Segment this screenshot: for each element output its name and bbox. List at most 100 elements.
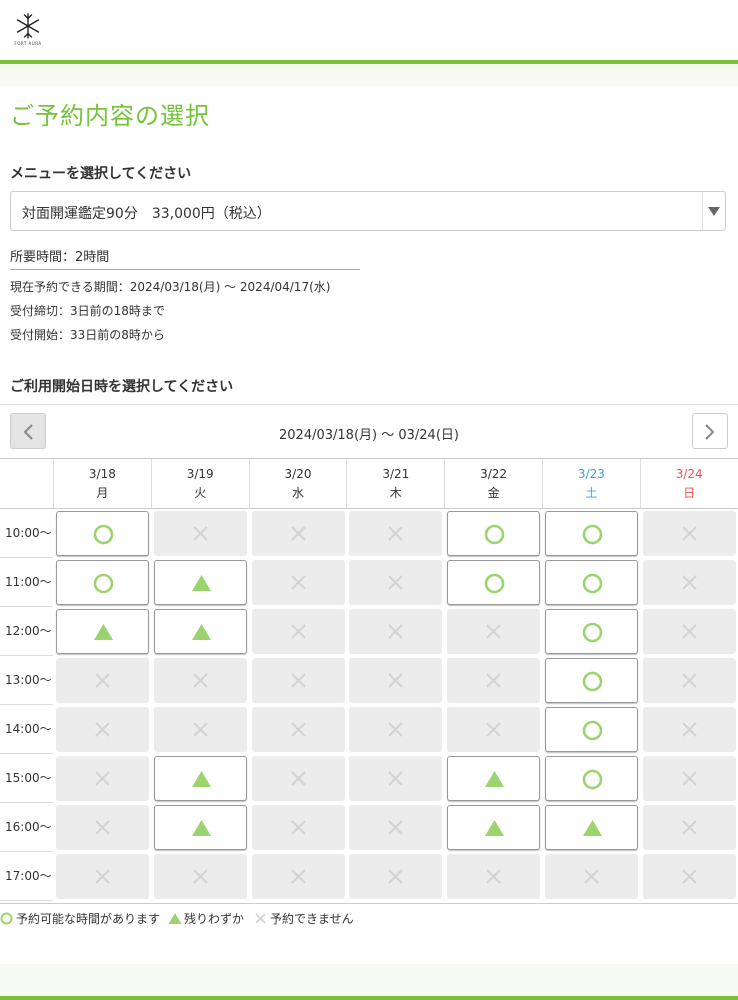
cross-icon — [290, 869, 306, 884]
cross-icon — [388, 722, 404, 737]
cross-icon — [290, 771, 306, 786]
circle-icon — [93, 524, 114, 545]
day-of-week: 水 — [291, 486, 304, 500]
slot-few-left[interactable] — [447, 756, 541, 801]
slot-unavailable — [153, 511, 247, 556]
cross-icon — [682, 722, 697, 737]
cross-icon — [95, 820, 110, 835]
cross-icon — [193, 722, 208, 737]
slot-available[interactable] — [545, 756, 638, 801]
day-of-week: 月 — [96, 486, 109, 500]
day-header: 3/20 水 — [248, 459, 347, 509]
triangle-icon — [191, 820, 211, 836]
time-label: 16:00〜 — [0, 803, 53, 852]
day-header: 3/18 月 — [53, 459, 151, 509]
cross-icon — [290, 526, 306, 541]
cross-icon — [388, 575, 404, 590]
slot-unavailable — [251, 560, 345, 605]
slot-unavailable — [642, 805, 736, 850]
circle-icon — [582, 524, 603, 545]
cross-icon — [193, 673, 208, 688]
day-of-week: 金 — [487, 486, 500, 500]
slot-unavailable — [349, 511, 443, 556]
calendar-nav: 2024/03/18(月) 〜 03/24(日) — [0, 404, 738, 459]
circle-icon — [582, 769, 603, 790]
circle-icon — [582, 720, 603, 741]
slot-unavailable — [349, 854, 443, 899]
time-label: 10:00〜 — [0, 509, 53, 558]
next-week-button[interactable] — [692, 413, 728, 449]
cross-icon — [682, 820, 697, 835]
slot-unavailable — [251, 854, 345, 899]
slot-available[interactable] — [545, 609, 638, 654]
slot-unavailable — [251, 511, 345, 556]
slot-unavailable — [56, 805, 149, 850]
cross-icon — [193, 526, 208, 541]
slot-unavailable — [349, 805, 443, 850]
cross-icon — [95, 869, 110, 884]
slot-available[interactable] — [545, 658, 638, 703]
menu-select-value: 対面開運鑑定90分 33,000円（税込） — [22, 206, 271, 222]
slot-unavailable — [251, 756, 345, 801]
slot-few-left[interactable] — [153, 560, 247, 605]
day-of-week: 日 — [683, 486, 696, 500]
slot-unavailable — [349, 560, 443, 605]
slot-few-left[interactable] — [447, 805, 541, 850]
slot-unavailable — [349, 658, 443, 703]
slot-unavailable — [56, 756, 149, 801]
slot-unavailable — [56, 658, 149, 703]
slot-unavailable — [642, 854, 736, 899]
slot-unavailable — [545, 854, 638, 899]
cross-icon — [682, 575, 697, 590]
triangle-icon — [191, 771, 211, 787]
legend-few-label: 残りわずか — [184, 912, 245, 926]
site-logo[interactable]: FORT AURA — [12, 10, 44, 50]
slot-unavailable — [642, 707, 736, 752]
slot-few-left[interactable] — [153, 805, 247, 850]
dropdown-arrow[interactable] — [702, 192, 725, 230]
cross-icon — [388, 526, 404, 541]
slot-unavailable — [642, 658, 736, 703]
day-date: 3/24 — [675, 467, 703, 481]
cross-icon — [95, 771, 110, 786]
day-header: 3/19 火 — [150, 459, 249, 509]
slot-few-left[interactable] — [56, 609, 149, 654]
slot-few-left[interactable] — [545, 805, 638, 850]
slot-unavailable — [642, 511, 736, 556]
day-date: 3/18 — [88, 467, 116, 481]
cross-icon — [193, 869, 208, 884]
cross-icon — [682, 673, 697, 688]
circle-icon — [484, 573, 505, 594]
day-header: 3/22 金 — [444, 459, 542, 509]
menu-select[interactable]: 対面開運鑑定90分 33,000円（税込） — [10, 191, 726, 231]
circle-icon — [582, 671, 603, 692]
day-of-week: 火 — [194, 486, 207, 500]
slot-unavailable — [251, 658, 345, 703]
slot-unavailable — [349, 609, 443, 654]
cross-icon — [388, 820, 404, 835]
slot-unavailable — [251, 707, 345, 752]
cross-icon — [486, 722, 501, 737]
slot-available[interactable] — [56, 511, 149, 556]
circle-icon — [582, 573, 603, 594]
slot-available[interactable] — [447, 560, 541, 605]
slot-few-left[interactable] — [153, 756, 247, 801]
circle-icon — [484, 524, 505, 545]
triangle-icon — [191, 575, 211, 591]
slot-unavailable — [349, 756, 443, 801]
triangle-icon — [94, 624, 113, 640]
triangle-icon — [583, 820, 602, 836]
cross-icon — [486, 624, 501, 639]
time-label: 14:00〜 — [0, 705, 53, 754]
slot-available[interactable] — [545, 511, 638, 556]
slot-few-left[interactable] — [153, 609, 247, 654]
legend-none-label: 予約できません — [270, 912, 354, 926]
slot-available[interactable] — [56, 560, 149, 605]
slot-unavailable — [642, 560, 736, 605]
slot-available[interactable] — [545, 560, 638, 605]
slot-available[interactable] — [545, 707, 638, 752]
day-date: 3/23 — [577, 467, 605, 481]
day-date: 3/20 — [284, 467, 312, 481]
slot-available[interactable] — [447, 511, 541, 556]
day-date: 3/19 — [186, 467, 214, 481]
